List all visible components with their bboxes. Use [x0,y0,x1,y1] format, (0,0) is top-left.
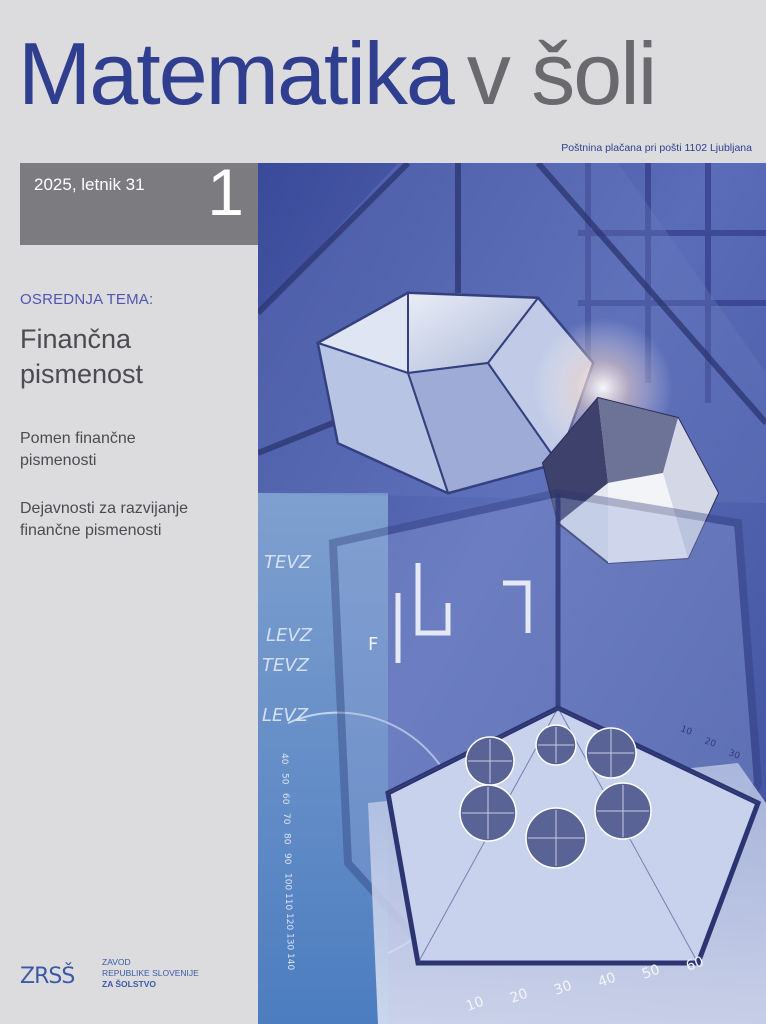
scale-label: 120 [284,913,294,930]
cover-photo: TEVZ LEVZ TEVZ LEVZ 40 50 60 70 80 90 100 110 12… [258,163,766,1024]
photo-letters-2: LEVZ [266,625,313,646]
issue-number: 1 [207,155,244,229]
publisher-name: ZAVOD REPUBLIKE SLOVENIJE ZA ŠOLSTVO [102,957,199,990]
photo-letters-4: LEVZ [262,705,309,726]
publisher-line1: ZAVOD [102,957,131,967]
photo-letters-1: TEVZ [264,552,312,573]
issue-box: 2025, letnik 31 1 [20,159,258,245]
scale-label: 80 [281,833,291,845]
article-1-line2: pismenosti [20,452,97,469]
photo-grid-letter: F [368,634,378,655]
article-2-line1: Dejavnosti za razvijanje [20,500,189,517]
publisher-block: ZRSŠ ZAVOD REPUBLIKE SLOVENIJE ZA ŠOLSTV… [20,955,250,991]
scale-label: 100 [283,873,293,890]
issue-year-volume: 2025, letnik 31 [34,175,145,194]
scale-label: 110 [283,893,293,910]
magazine-title: Matematika v šoli [18,30,657,118]
photo-letters-3: TEVZ [262,655,310,676]
postal-notice: Poštnina plačana pri pošti 1102 Ljubljan… [561,142,752,154]
scale-label: 50 [280,773,290,785]
article-2-line2: finančne pismenosti [20,522,162,539]
title-part-v-soli: v šoli [466,24,657,123]
title-part-matematika: Matematika [18,24,455,123]
publisher-line2: REPUBLIKE SLOVENIJE [102,968,199,978]
scale-label: 90 [282,853,292,865]
focus-title-line1: Finančna [20,324,132,354]
scale-label: 40 [279,753,289,765]
scale-label: 70 [281,813,291,825]
focus-title-line2: pismenost [20,359,144,389]
publisher-line3: ZA ŠOLSTVO [102,979,156,989]
scale-label: 140 [285,953,295,970]
article-teaser-2: Dejavnosti za razvijanje finančne pismen… [20,498,252,542]
scale-label: 60 [280,793,290,805]
article-teaser-1: Pomen finančne pismenosti [20,428,252,472]
article-1-line1: Pomen finančne [20,430,136,447]
cover-photo-illustration: TEVZ LEVZ TEVZ LEVZ 40 50 60 70 80 90 100 110 12… [258,163,766,1024]
focus-topic-title: Finančna pismenost [20,322,250,392]
zrss-logo-text: ZRSŠ [20,963,74,989]
focus-topic-label: OSREDNJA TEMA: [20,291,154,308]
scale-label: 130 [284,933,294,950]
zrss-logo: ZRSŠ [20,963,75,989]
